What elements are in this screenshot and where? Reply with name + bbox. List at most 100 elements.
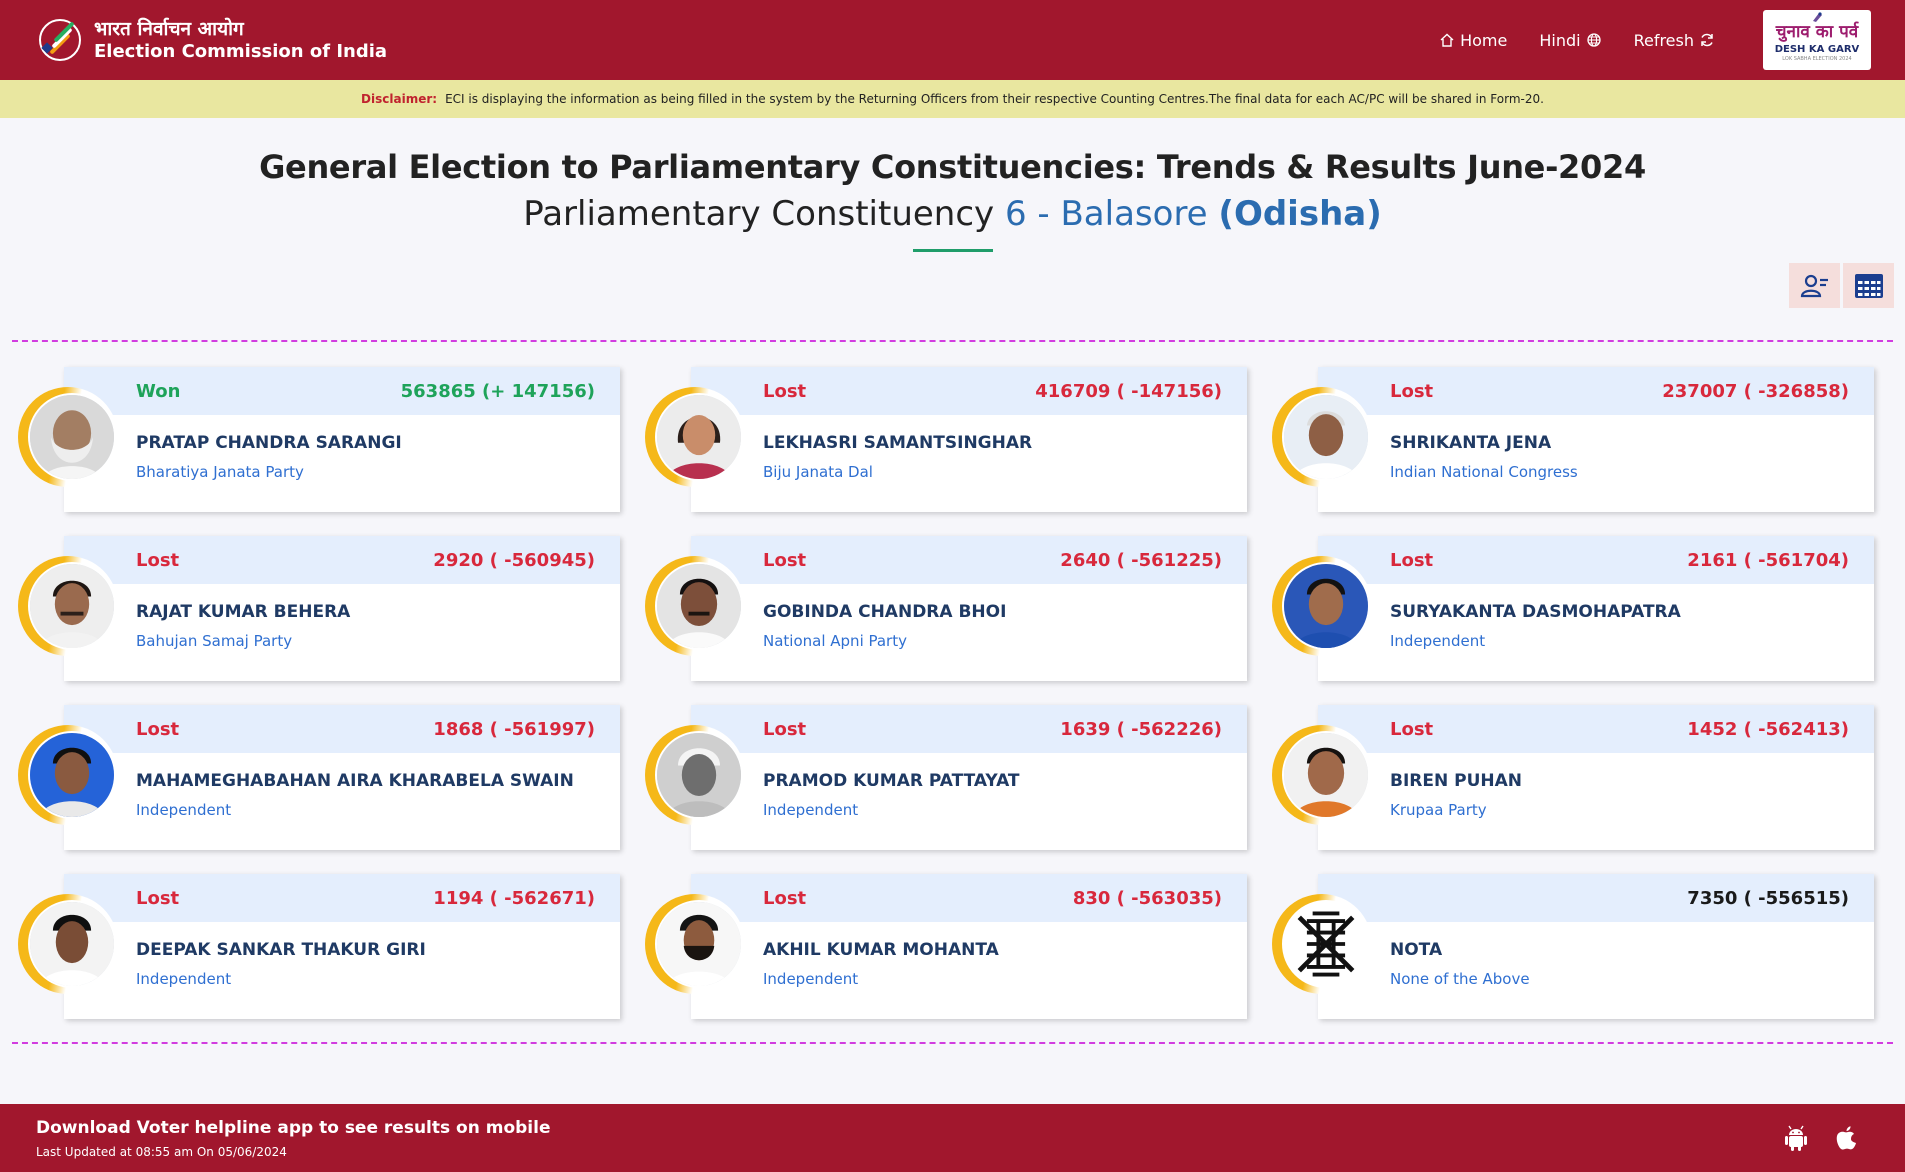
candidate-card[interactable]: Lost 1868 ( -561997) MAHAMEGHABAHAN AIRA… <box>64 705 620 850</box>
candidate-avatar <box>657 733 741 817</box>
card-view-toggle[interactable] <box>1789 263 1840 308</box>
vote-count: 1452 ( -562413) <box>1687 718 1849 740</box>
badge-subtitle: LOK SABHA ELECTION 2024 <box>1782 56 1852 62</box>
candidate-photo <box>645 387 745 487</box>
nota-card[interactable]: 7350 ( -556515) NOTA None of the Above <box>1318 874 1874 1019</box>
party-name: Independent <box>1390 632 1486 650</box>
candidate-card[interactable]: Lost 2161 ( -561704) SURYAKANTA DASMOHAP… <box>1318 536 1874 681</box>
party-name: Independent <box>763 970 859 988</box>
candidate-photo <box>645 725 745 825</box>
candidate-card[interactable]: Lost 2920 ( -560945) RAJAT KUMAR BEHERA … <box>64 536 620 681</box>
candidate-avatar <box>30 902 114 986</box>
nav-refresh-label: Refresh <box>1633 30 1694 50</box>
candidate-photo <box>18 894 118 994</box>
candidate-name: SHRIKANTA JENA <box>1390 433 1552 453</box>
candidate-avatar <box>1284 395 1368 479</box>
vote-count: 1639 ( -562226) <box>1060 718 1222 740</box>
vote-count: 1868 ( -561997) <box>433 718 595 740</box>
globe-icon <box>1586 33 1601 47</box>
candidate-avatar <box>1284 733 1368 817</box>
result-status: Lost <box>1390 380 1434 402</box>
vote-count: 2920 ( -560945) <box>433 549 595 571</box>
candidate-photo <box>645 556 745 656</box>
nav-language-link[interactable]: Hindi <box>1539 31 1601 50</box>
party-name: Bharatiya Janata Party <box>136 463 304 481</box>
page-title-block: General Election to Parliamentary Consti… <box>0 148 1905 234</box>
footer-app-message: Download Voter helpline app to see resul… <box>36 1118 551 1138</box>
candidate-name: PRATAP CHANDRA SARANGI <box>136 433 402 453</box>
nav-home-link[interactable]: Home <box>1439 31 1507 50</box>
android-icon[interactable] <box>1781 1123 1811 1153</box>
candidate-card[interactable]: Lost 416709 ( -147156) LEKHASRI SAMANTSI… <box>691 367 1247 512</box>
candidate-name: BIREN PUHAN <box>1390 771 1523 791</box>
party-name: Krupaa Party <box>1390 801 1487 819</box>
result-status: Lost <box>136 887 180 909</box>
nav-home-label: Home <box>1460 30 1508 50</box>
chunav-ka-parv-badge[interactable]: चुनाव का पर्व DESH KA GARV LOK SABHA ELE… <box>1763 10 1871 70</box>
result-status: Won <box>136 380 181 402</box>
candidate-name: SURYAKANTA DASMOHAPATRA <box>1390 602 1681 622</box>
candidate-avatar <box>30 395 114 479</box>
candidate-name: LEKHASRI SAMANTSINGHAR <box>763 433 1033 453</box>
bottom-divider <box>12 1042 1893 1044</box>
candidate-photo <box>1272 556 1372 656</box>
nota-symbol <box>1272 894 1372 994</box>
candidate-photo <box>1272 725 1372 825</box>
refresh-icon <box>1701 33 1713 47</box>
candidate-card[interactable]: Lost 2640 ( -561225) GOBINDA CHANDRA BHO… <box>691 536 1247 681</box>
party-name: Independent <box>136 801 232 819</box>
vote-count: 1194 ( -562671) <box>433 887 595 909</box>
logo-title-hindi: भारत निर्वाचन आयोग <box>94 17 244 40</box>
constituency-title: Parliamentary Constituency 6 - Balasore … <box>0 194 1905 234</box>
candidate-card[interactable]: Lost 1194 ( -562671) DEEPAK SANKAR THAKU… <box>64 874 620 1019</box>
candidate-photo <box>18 556 118 656</box>
candidate-card[interactable]: Won 563865 (+ 147156) PRATAP CHANDRA SAR… <box>64 367 620 512</box>
party-name: Bahujan Samaj Party <box>136 632 293 650</box>
result-status: Lost <box>136 549 180 571</box>
candidate-avatar <box>657 564 741 648</box>
vote-count: 7350 ( -556515) <box>1687 887 1849 909</box>
candidate-avatar <box>1284 564 1368 648</box>
top-divider <box>12 340 1893 342</box>
constituency-prefix: Parliamentary Constituency <box>523 194 995 234</box>
candidate-card[interactable]: Lost 830 ( -563035) AKHIL KUMAR MOHANTA … <box>691 874 1247 1019</box>
candidate-photo <box>18 725 118 825</box>
result-status: Lost <box>763 887 807 909</box>
candidate-photo <box>1272 387 1372 487</box>
disclaimer-bar: Disclaimer: ECI is displaying the inform… <box>0 80 1905 118</box>
party-name: Independent <box>136 970 232 988</box>
voting-finger-icon <box>1813 12 1822 22</box>
candidate-card[interactable]: Lost 1452 ( -562413) BIREN PUHAN Krupaa … <box>1318 705 1874 850</box>
nav-refresh-button[interactable]: Refresh <box>1634 31 1715 50</box>
vote-count: 563865 (+ 147156) <box>400 380 595 402</box>
logo-title-english: Election Commission of India <box>94 40 388 62</box>
party-name: National Apni Party <box>763 632 907 650</box>
apple-icon[interactable] <box>1831 1123 1861 1153</box>
vote-count: 2640 ( -561225) <box>1060 549 1222 571</box>
table-icon <box>1854 273 1883 298</box>
result-status: Lost <box>1390 549 1434 571</box>
candidate-name: MAHAMEGHABAHAN AIRA KHARABELA SWAIN <box>136 771 574 791</box>
vote-count: 830 ( -563035) <box>1072 887 1222 909</box>
home-icon <box>1440 33 1454 47</box>
vote-count: 416709 ( -147156) <box>1035 380 1222 402</box>
candidate-name: DEEPAK SANKAR THAKUR GIRI <box>136 940 426 960</box>
party-name: Biju Janata Dal <box>763 463 873 481</box>
constituency-name: 6 - Balasore <box>1004 194 1208 234</box>
eci-logo-icon <box>39 19 81 61</box>
result-status: Lost <box>763 380 807 402</box>
candidate-card[interactable]: Lost 1639 ( -562226) PRAMOD KUMAR PATTAY… <box>691 705 1247 850</box>
eci-logo-link[interactable]: भारत निर्वाचन आयोग Election Commission o… <box>34 14 387 66</box>
constituency-state: (Odisha) <box>1218 194 1382 234</box>
candidate-name: GOBINDA CHANDRA BHOI <box>763 602 1007 622</box>
footer-bar: Download Voter helpline app to see resul… <box>0 1104 1905 1172</box>
top-nav: Home Hindi Refresh <box>1439 0 1715 80</box>
badge-english-text: DESH KA GARV <box>1774 44 1860 55</box>
page-title: General Election to Parliamentary Consti… <box>259 148 1646 186</box>
last-updated-text: Last Updated at 08:55 am On 05/06/2024 <box>36 1145 287 1159</box>
result-status: Lost <box>763 718 807 740</box>
party-name: None of the Above <box>1390 970 1530 988</box>
table-view-toggle[interactable] <box>1843 263 1894 308</box>
candidate-card[interactable]: Lost 237007 ( -326858) SHRIKANTA JENA In… <box>1318 367 1874 512</box>
candidate-photo <box>645 894 745 994</box>
